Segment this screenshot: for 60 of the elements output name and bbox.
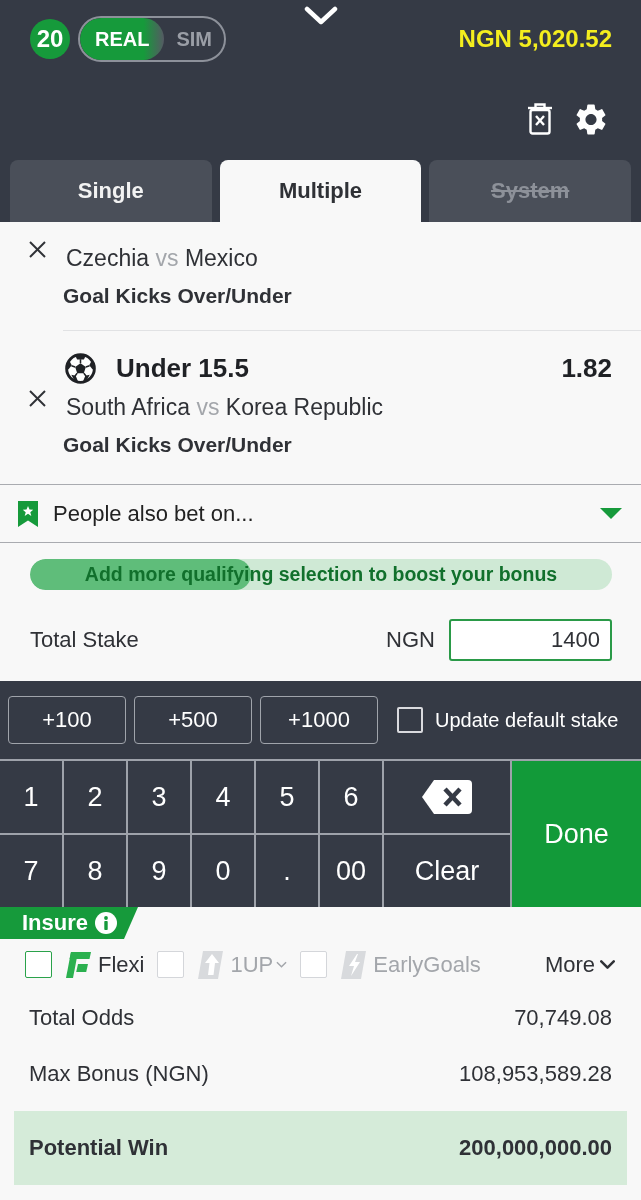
summary-label: Max Bonus (NGN) [29,1061,209,1087]
summary-label: Potential Win [29,1135,169,1161]
keypad-key[interactable]: 0 [192,835,254,907]
market-name: Goal Kicks Over/Under [63,432,292,458]
slanted-bars-icon [66,951,91,978]
keypad-key[interactable]: 9 [128,835,190,907]
insure-checkbox[interactable] [25,951,52,978]
summary-value: 108,953,589.28 [459,1061,612,1087]
insure-option-label: Flexi [98,951,145,978]
match-teams: South Africa vs Korea Republic [66,393,384,421]
trash-icon[interactable] [527,103,553,135]
selection-pick: Under 15.5 [116,352,249,384]
keypad-key[interactable]: 8 [64,835,126,907]
chevron-down-icon [600,960,615,969]
currency-label: NGN [386,627,435,653]
clear-button[interactable]: Clear [384,835,510,907]
total-stake-label: Total Stake [30,627,139,653]
backspace-button[interactable] [384,761,510,833]
stake-input[interactable]: 1400 [449,619,612,661]
summary-value: 70,749.08 [514,1005,612,1031]
keypad-key[interactable]: 5 [256,761,318,833]
insure-option-label: 1UP [230,951,274,978]
close-icon[interactable] [29,240,46,258]
settings-icon[interactable] [576,103,606,135]
keypad-key[interactable]: 2 [64,761,126,833]
soccer-ball-icon [65,352,96,384]
quick-stake-button[interactable]: +100 [8,696,126,744]
keypad-key[interactable]: . [256,835,318,907]
close-icon[interactable] [29,389,46,407]
bet-count-badge: 20 [30,19,70,59]
summary-value: 200,000,000.00 [459,1135,612,1161]
selection-odds: 1.82 [561,352,612,384]
backspace-icon [422,780,472,814]
update-default-checkbox[interactable] [397,707,423,733]
summary-label: Total Odds [29,1005,135,1031]
bet-type-tab[interactable]: Single [10,160,212,222]
keypad-key[interactable]: 00 [320,835,382,907]
quick-stake-button[interactable]: +1000 [260,696,378,744]
more-button[interactable]: More [544,951,615,978]
match-teams: Czechia vs Mexico [66,244,258,272]
arrow-up-icon [198,950,224,979]
update-default-label: Update default stake [435,708,619,732]
lightning-icon [341,950,367,979]
keypad-key[interactable]: 1 [0,761,62,833]
caret-down-icon [600,508,622,519]
mode-option[interactable]: SIM [164,18,224,60]
quick-stake-button[interactable]: +500 [134,696,252,744]
keypad-key[interactable]: 3 [128,761,190,833]
insure-label: Insure [22,910,89,936]
account-balance: NGN 5,020.52 [458,25,612,53]
keypad-key[interactable]: 6 [320,761,382,833]
bet-type-tab[interactable]: Multiple [219,160,422,222]
done-button[interactable]: Done [512,761,641,907]
market-name: Goal Kicks Over/Under [63,283,292,309]
keypad-key[interactable]: 4 [192,761,254,833]
info-icon[interactable] [95,912,118,934]
bookmark-star-icon [18,500,38,527]
insure-option-label: EarlyGoals [373,951,481,978]
keypad-key[interactable]: 7 [0,835,62,907]
mode-option[interactable]: REAL [80,18,165,60]
